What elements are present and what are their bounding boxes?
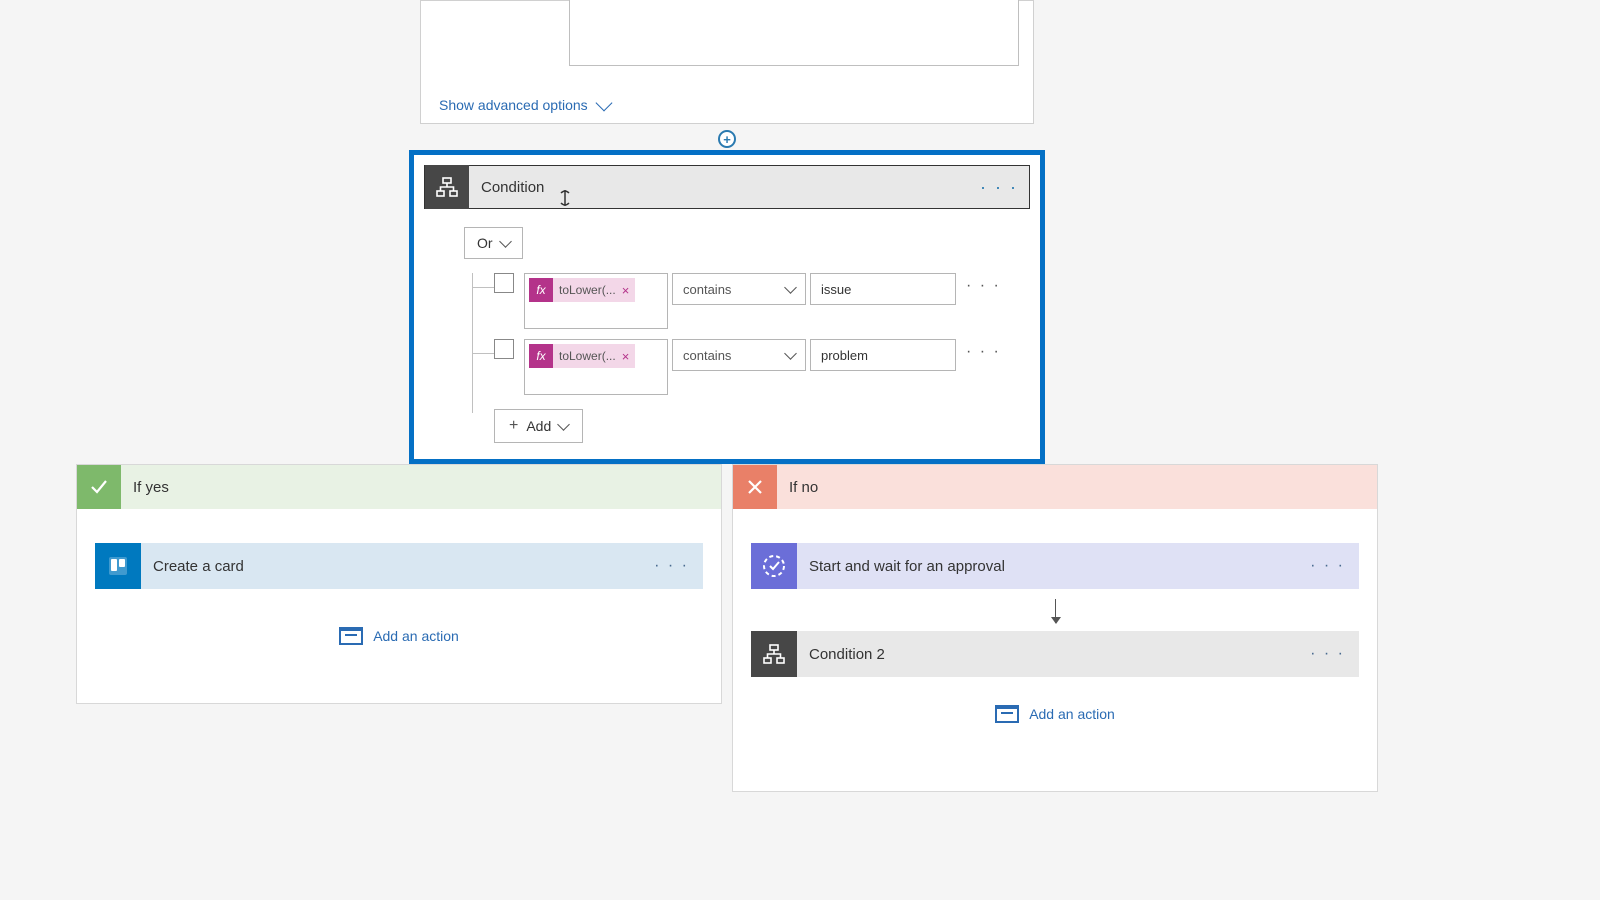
add-action-label: Add an action — [1029, 706, 1115, 722]
condition-row: fx toLower(... × contains · · · — [464, 273, 1030, 329]
cross-icon — [733, 465, 777, 509]
expression-field[interactable]: fx toLower(... × — [524, 339, 668, 395]
condition-header[interactable]: Condition — [424, 165, 1030, 209]
add-action-label: Add an action — [373, 628, 459, 644]
expression-label: toLower(... — [559, 349, 616, 363]
operator-label: contains — [683, 282, 731, 297]
expression-pill: fx toLower(... × — [529, 344, 635, 368]
create-card-action[interactable]: Create a card · · · — [95, 543, 703, 589]
add-action-button[interactable]: Add an action — [77, 627, 721, 645]
action-label: Condition 2 — [797, 646, 885, 663]
chevron-down-icon — [784, 347, 797, 360]
add-action-icon — [339, 627, 363, 645]
row-more-button[interactable]: · · · — [966, 273, 1001, 295]
expression-pill: fx toLower(... × — [529, 278, 635, 302]
expression-label: toLower(... — [559, 283, 616, 297]
trello-icon — [95, 543, 141, 589]
show-advanced-options-label: Show advanced options — [439, 97, 588, 113]
condition-card: Condition · · · Or fx toLower(... — [409, 150, 1045, 464]
chevron-down-icon — [557, 418, 570, 431]
fx-icon: fx — [529, 344, 553, 368]
remove-expression-button[interactable]: × — [622, 283, 630, 298]
action-more-button[interactable]: · · · — [1310, 557, 1345, 575]
if-no-label: If no — [777, 479, 818, 496]
chevron-down-icon — [595, 95, 612, 112]
group-operator-select[interactable]: Or — [464, 227, 523, 259]
operator-select[interactable]: contains — [672, 273, 806, 305]
if-yes-branch: If yes Create a card · · · Add an action — [76, 464, 722, 704]
arrow-down-icon — [1055, 599, 1056, 623]
add-action-icon — [995, 705, 1019, 723]
approval-icon — [751, 543, 797, 589]
operator-select[interactable]: contains — [672, 339, 806, 371]
approval-action[interactable]: Start and wait for an approval · · · — [751, 543, 1359, 589]
action-label: Create a card — [141, 558, 244, 575]
plus-icon: + — [509, 418, 518, 434]
operator-label: contains — [683, 348, 731, 363]
row-checkbox[interactable] — [494, 273, 514, 293]
condition-2-action[interactable]: Condition 2 · · · — [751, 631, 1359, 677]
add-step-button[interactable]: + — [718, 130, 736, 148]
group-operator-label: Or — [477, 235, 493, 251]
condition-icon — [751, 631, 797, 677]
row-checkbox[interactable] — [494, 339, 514, 359]
previous-step-card: Show advanced options — [420, 0, 1034, 124]
if-no-branch: If no Start and wait for an approval · ·… — [732, 464, 1378, 792]
show-advanced-options-link[interactable]: Show advanced options — [439, 97, 610, 113]
add-condition-label: Add — [526, 418, 551, 434]
condition-row: fx toLower(... × contains · · · — [464, 339, 1030, 395]
check-icon — [77, 465, 121, 509]
chevron-down-icon — [499, 235, 512, 248]
action-label: Start and wait for an approval — [797, 558, 1005, 575]
if-yes-label: If yes — [121, 479, 169, 496]
chevron-down-icon — [784, 281, 797, 294]
expression-field[interactable]: fx toLower(... × — [524, 273, 668, 329]
value-input[interactable] — [810, 273, 956, 305]
if-no-header: If no — [733, 465, 1377, 509]
fx-icon: fx — [529, 278, 553, 302]
value-input[interactable] — [810, 339, 956, 371]
condition-more-button[interactable]: · · · — [980, 177, 1018, 198]
add-action-button[interactable]: Add an action — [733, 705, 1377, 723]
previous-step-textarea[interactable] — [569, 0, 1019, 66]
remove-expression-button[interactable]: × — [622, 349, 630, 364]
action-more-button[interactable]: · · · — [1310, 645, 1345, 663]
if-yes-header: If yes — [77, 465, 721, 509]
condition-title: Condition — [469, 179, 544, 196]
add-condition-button[interactable]: + Add — [494, 409, 583, 443]
row-more-button[interactable]: · · · — [966, 339, 1001, 361]
condition-icon — [425, 165, 469, 209]
action-more-button[interactable]: · · · — [654, 557, 689, 575]
